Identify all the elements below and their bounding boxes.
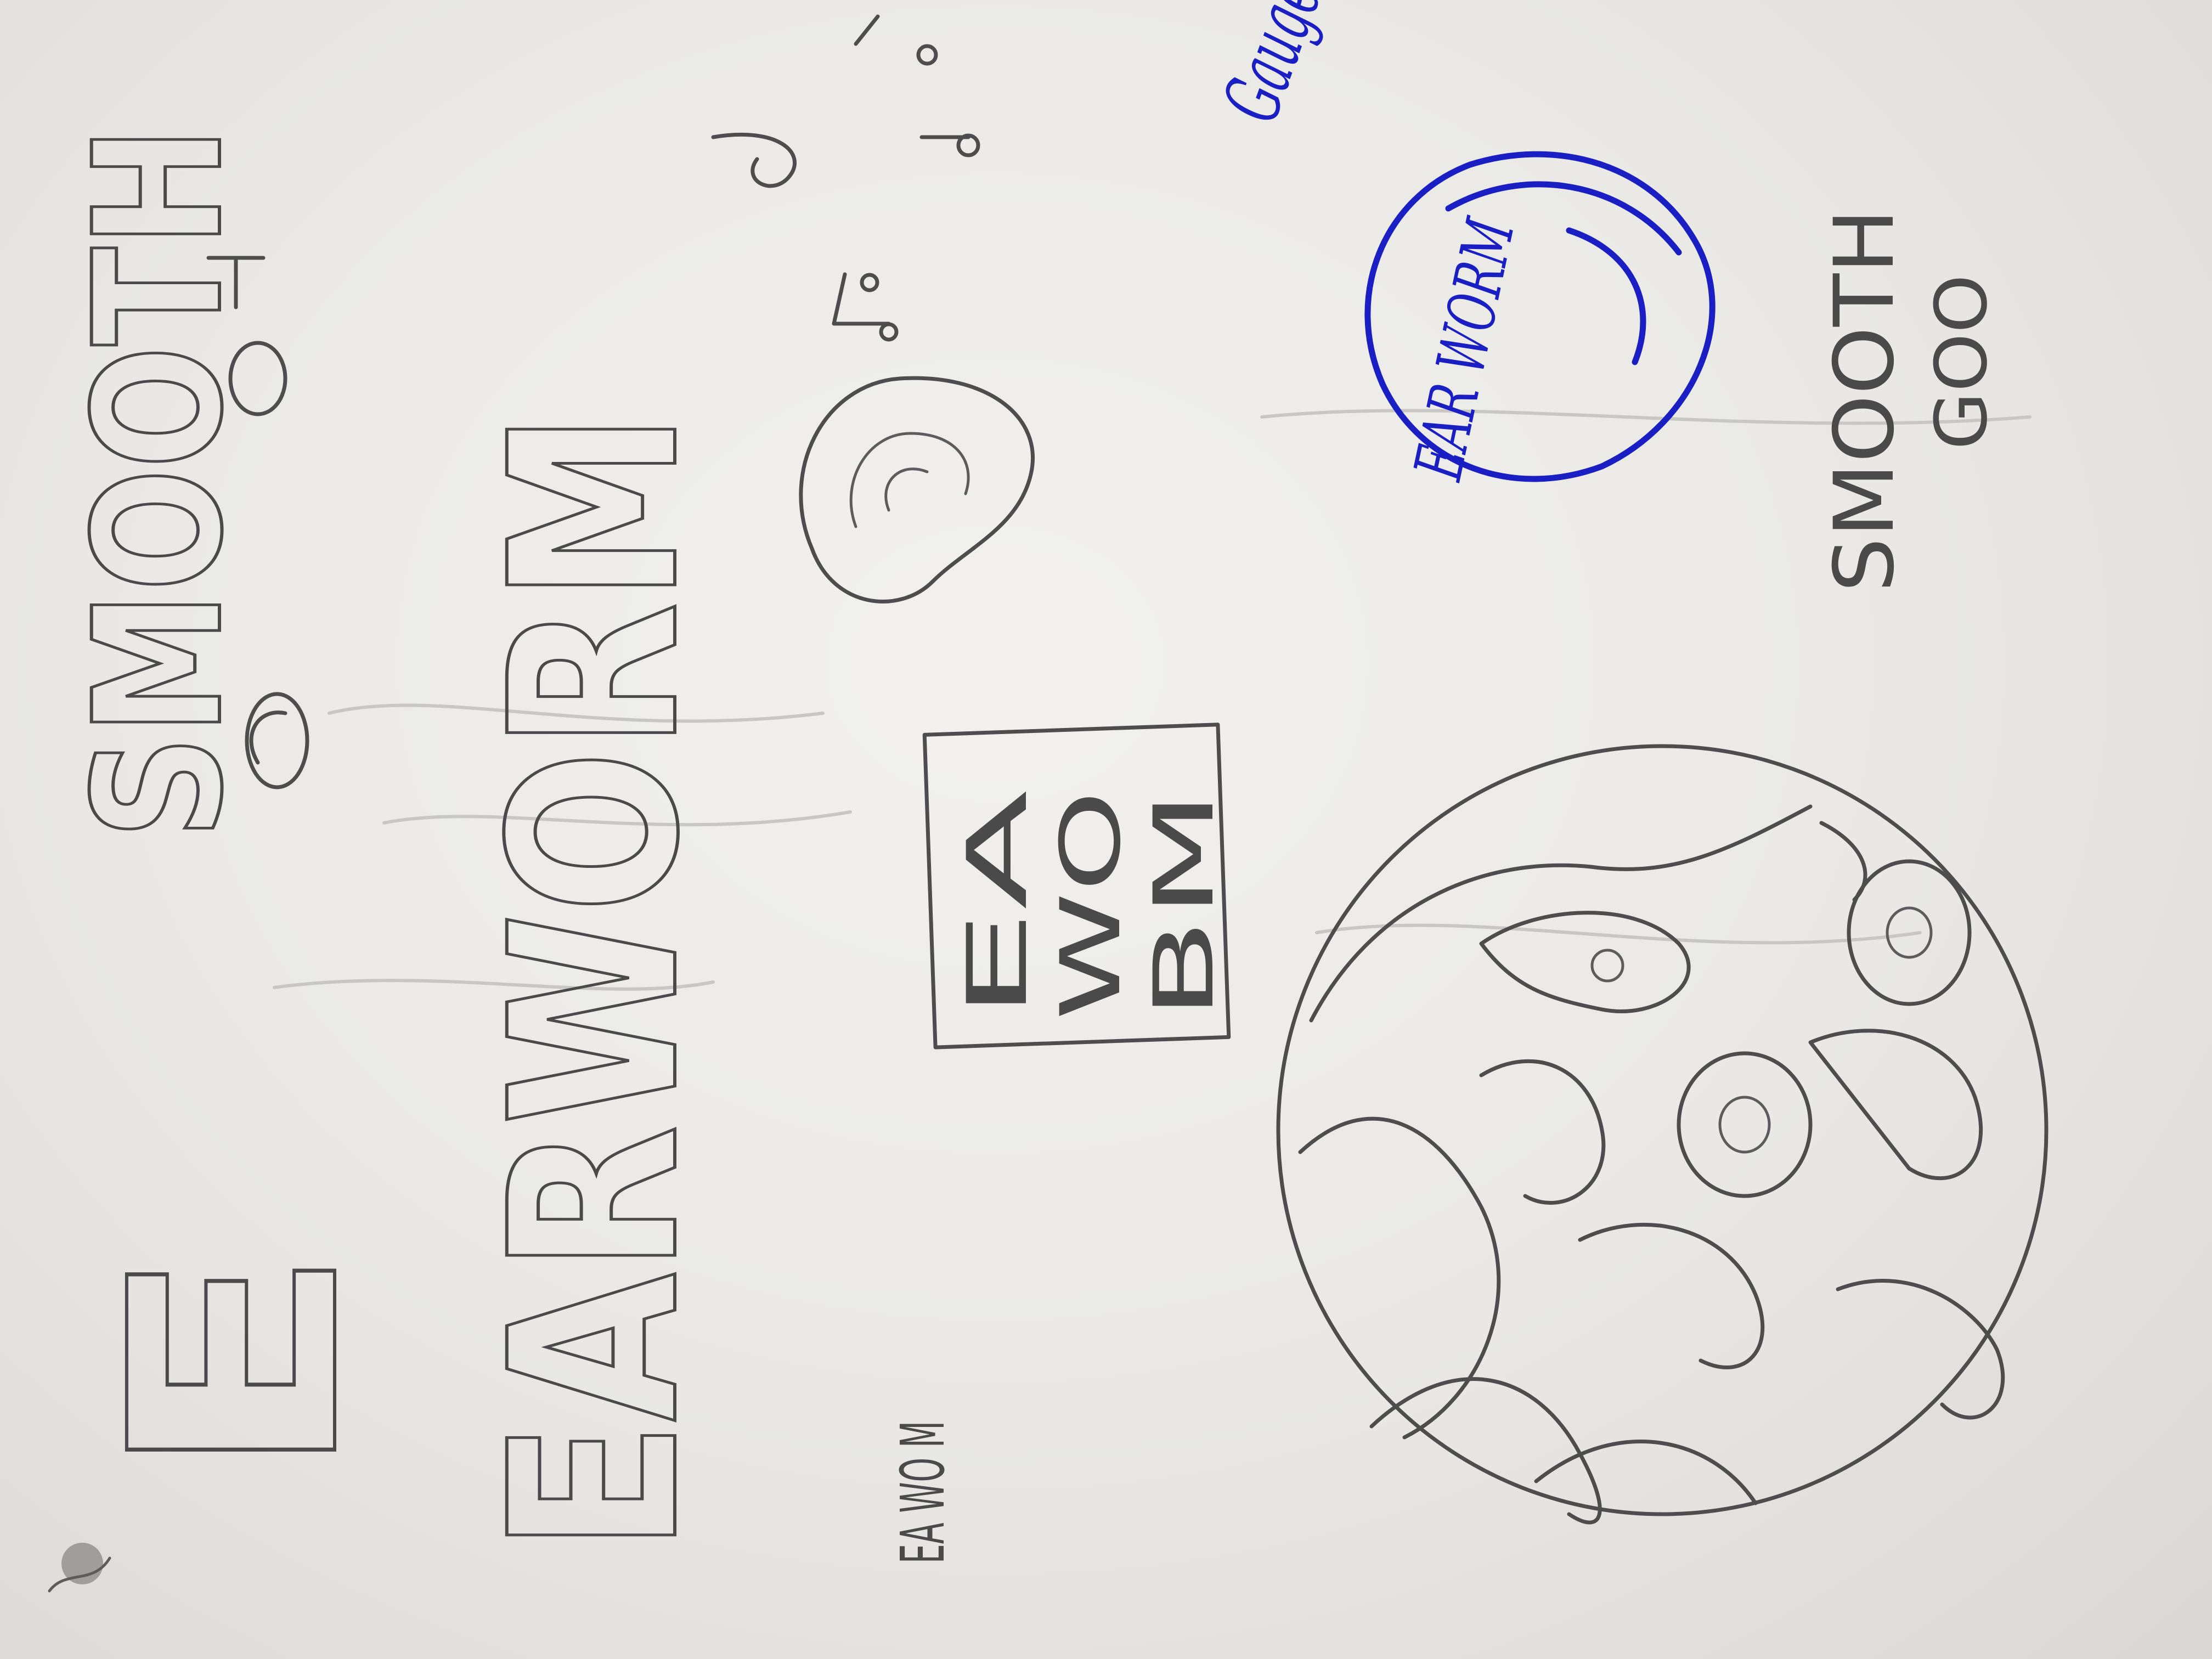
- smudge-mark: [48, 1543, 111, 1593]
- music-notes-doodle: [711, 14, 980, 342]
- ear-swirl-doodle: [799, 376, 1035, 603]
- earworm-bubble-text: EARWORM: [461, 411, 730, 1553]
- smooth-bubble-word: SMOOTH: [55, 125, 263, 841]
- smooth-goo-text: SMOOTH GOO: [1817, 208, 2003, 592]
- circle-swirl-logo: [1276, 744, 2049, 1525]
- earworm-bubble-word: EARWORM: [460, 410, 731, 1554]
- small-stack-text: EA WO M: [888, 1421, 958, 1564]
- goo-right-text: GOO: [1920, 274, 2003, 450]
- small-letter-stack: EA WO M: [888, 1421, 958, 1564]
- smooth-bubble-text: SMOOTH: [57, 126, 261, 839]
- block-e-text: E: [70, 1245, 402, 1481]
- smooth-right-text: SMOOTH: [1817, 208, 1912, 592]
- blue-logo-text: EAR WORM: [1400, 212, 1530, 487]
- blue-tag-text: Gauge: [1206, 0, 1339, 133]
- sketch-canvas: SMOOTH E EARWORM EA WO BM EA WO M SMOOTH…: [48, 0, 2049, 1593]
- letter-box: EA WO BM: [922, 723, 1232, 1049]
- box-row2-text: WO: [1043, 790, 1139, 1020]
- box-row1-text: EA: [950, 790, 1046, 1020]
- paper-sheet: SMOOTH E EARWORM EA WO BM EA WO M SMOOTH…: [0, 0, 2212, 1659]
- block-e-letter: E: [68, 1244, 404, 1483]
- box-row3-text: BM: [1137, 790, 1232, 1020]
